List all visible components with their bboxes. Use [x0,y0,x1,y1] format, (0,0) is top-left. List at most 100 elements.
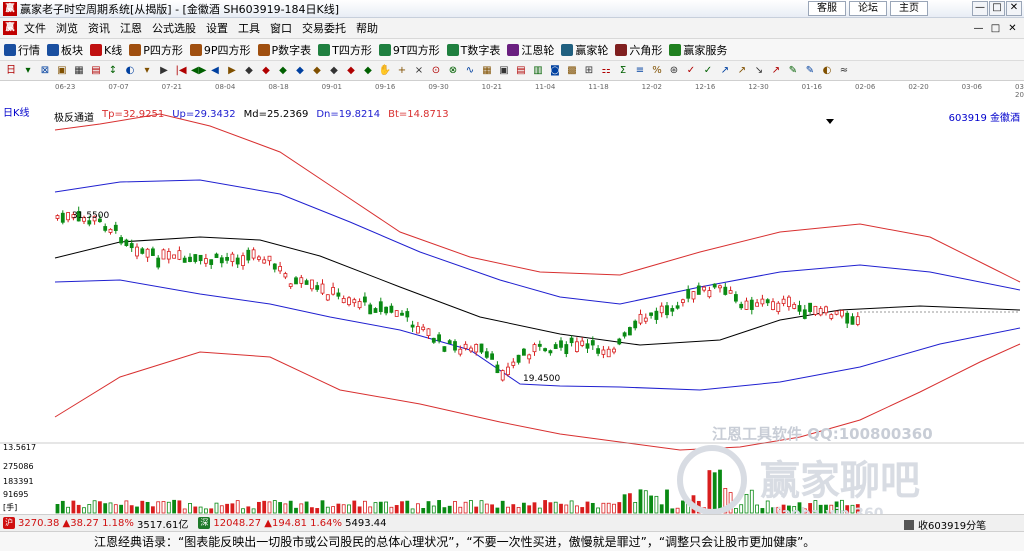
drawing-tool-button-36[interactable]: Σ [616,64,630,78]
drawing-tool-button-12[interactable]: ◀ [208,64,222,78]
menu-settings[interactable]: 设置 [201,20,233,36]
drawing-tool-button-11[interactable]: ◀▶ [191,64,206,78]
minimize-button[interactable]: — [972,1,988,16]
sh-index-value[interactable]: 3270.38 [18,518,59,529]
mdi-minimize-button[interactable]: — [971,21,986,36]
mdi-restore-button[interactable]: □ [988,21,1003,36]
drawing-tool-button-14[interactable]: ◆ [242,64,256,78]
menu-app-icon[interactable]: 赢 [3,21,17,35]
menu-formula[interactable]: 公式选股 [147,20,201,36]
toolbar-button-11[interactable]: 六角形 [615,42,662,58]
drawing-tool-button-31[interactable]: ▥ [531,64,545,78]
drawing-tool-button-4[interactable]: ▦ [72,64,86,78]
drawing-tool-button-18[interactable]: ◆ [310,64,324,78]
drawing-tool-button-46[interactable]: ✎ [786,64,800,78]
forum-link[interactable]: 论坛 [849,1,887,16]
volume-bar [458,506,463,514]
candle-body [776,302,781,312]
drawing-tool-button-26[interactable]: ⊗ [446,64,460,78]
drawing-tool-button-27[interactable]: ∿ [463,64,477,78]
drawing-tool-button-41[interactable]: ✓ [701,64,715,78]
toolbar-button-10[interactable]: 赢家轮 [561,42,608,58]
drawing-tool-button-29[interactable]: ▣ [497,64,511,78]
candle-body [484,351,489,358]
drawing-tool-button-47[interactable]: ✎ [803,64,817,78]
menu-trade[interactable]: 交易委托 [297,20,351,36]
menu-news[interactable]: 资讯 [83,20,115,36]
drawing-tool-button-9[interactable]: ▶ [157,64,171,78]
toolbar-button-9[interactable]: 江恩轮 [507,42,554,58]
candle-body [251,249,256,259]
toolbar-button-1[interactable]: 板块 [47,42,83,58]
drawing-tool-button-33[interactable]: ▩ [565,64,579,78]
drawing-tool-button-42[interactable]: ↗ [718,64,732,78]
drawing-tool-button-38[interactable]: % [650,64,664,78]
toolbar-button-6[interactable]: T四方形 [318,42,372,58]
candle-body [612,348,616,353]
drawing-tool-button-49[interactable]: ≈ [837,64,851,78]
toolbar-button-7[interactable]: 9T四方形 [378,42,440,58]
drawing-tool-button-7[interactable]: ◐ [123,64,137,78]
volume-bar [437,500,442,514]
kline-chart[interactable]: 06-23 07-07 07-21 08-04 08-18 09-01 09-16 09-30… [0,82,1024,514]
drawing-tool-button-0[interactable]: 日 [4,64,18,78]
menu-file[interactable]: 文件 [19,20,51,36]
drawing-tool-button-10[interactable]: |◀ [174,64,188,78]
candle-body [643,317,648,322]
drawing-tool-button-1[interactable]: ▾ [21,64,35,78]
drawing-tool-button-40[interactable]: ✓ [684,64,698,78]
toolbar-button-0[interactable]: 行情 [4,42,40,58]
menu-gann[interactable]: 江恩 [115,20,147,36]
drawing-tool-button-22[interactable]: ✋ [378,64,392,78]
drawing-tool-button-5[interactable]: ▤ [89,64,103,78]
drawing-tool-button-16[interactable]: ◆ [276,64,290,78]
drawing-tool-button-13[interactable]: ▶ [225,64,239,78]
toolbar-button-2[interactable]: K线 [90,42,122,58]
menu-help[interactable]: 帮助 [351,20,383,36]
drawing-tool-button-44[interactable]: ↘ [752,64,766,78]
close-button[interactable]: ✕ [1006,1,1022,16]
drawing-tool-button-15[interactable]: ◆ [259,64,273,78]
candle-body [288,283,293,287]
menu-browse[interactable]: 浏览 [51,20,83,36]
drawing-tool-button-28[interactable]: ▦ [480,64,494,78]
drawing-tool-button-30[interactable]: ▤ [514,64,528,78]
drawing-tool-button-6[interactable]: ↕ [106,64,120,78]
drawing-tool-button-34[interactable]: ⊞ [582,64,596,78]
drawing-tool-button-37[interactable]: ≡ [633,64,647,78]
drawing-tool-button-35[interactable]: ⚏ [599,64,613,78]
maximize-button[interactable]: □ [989,1,1005,16]
homepage-link[interactable]: 主页 [890,1,928,16]
drawing-tool-button-19[interactable]: ◆ [327,64,341,78]
drawing-tool-button-25[interactable]: ⊙ [429,64,443,78]
toolbar-button-3[interactable]: P四方形 [129,42,183,58]
drawing-tool-button-3[interactable]: ▣ [55,64,69,78]
drawing-tool-button-17[interactable]: ◆ [293,64,307,78]
sz-index-value[interactable]: 12048.27 [213,518,261,529]
mdi-close-button[interactable]: ✕ [1005,21,1020,36]
drawing-tool-button-45[interactable]: ↗ [769,64,783,78]
drawing-tool-button-8[interactable]: ▾ [140,64,154,78]
drawing-tool-button-20[interactable]: ◆ [344,64,358,78]
menu-tools[interactable]: 工具 [233,20,265,36]
drawing-tool-button-43[interactable]: ↗ [735,64,749,78]
drawing-tool-button-21[interactable]: ◆ [361,64,375,78]
drawing-tool-button-48[interactable]: ◐ [820,64,834,78]
volume-bar [119,504,123,514]
drawing-tool-button-2[interactable]: ⊠ [38,64,52,78]
toolbar-button-5[interactable]: P数字表 [257,42,311,58]
toolbar-button-8[interactable]: T数字表 [446,42,500,58]
candle-body [834,310,839,315]
drawing-tool-button-39[interactable]: ⊛ [667,64,681,78]
drawing-tool-button-23[interactable]: + [395,64,409,78]
drawing-tool-button-24[interactable]: × [412,64,426,78]
customer-service-link[interactable]: 客服 [808,1,846,16]
tick-window-label[interactable]: 收603919分笔 [918,517,986,532]
menu-window[interactable]: 窗口 [265,20,297,36]
toolbar-button-12[interactable]: 赢家服务 [669,42,727,58]
volume-bar [649,495,653,514]
toolbar-button-4[interactable]: 9P四方形 [189,42,251,58]
candle-body [771,301,775,311]
volume-bar [156,501,161,514]
drawing-tool-button-32[interactable]: ◙ [548,64,562,78]
